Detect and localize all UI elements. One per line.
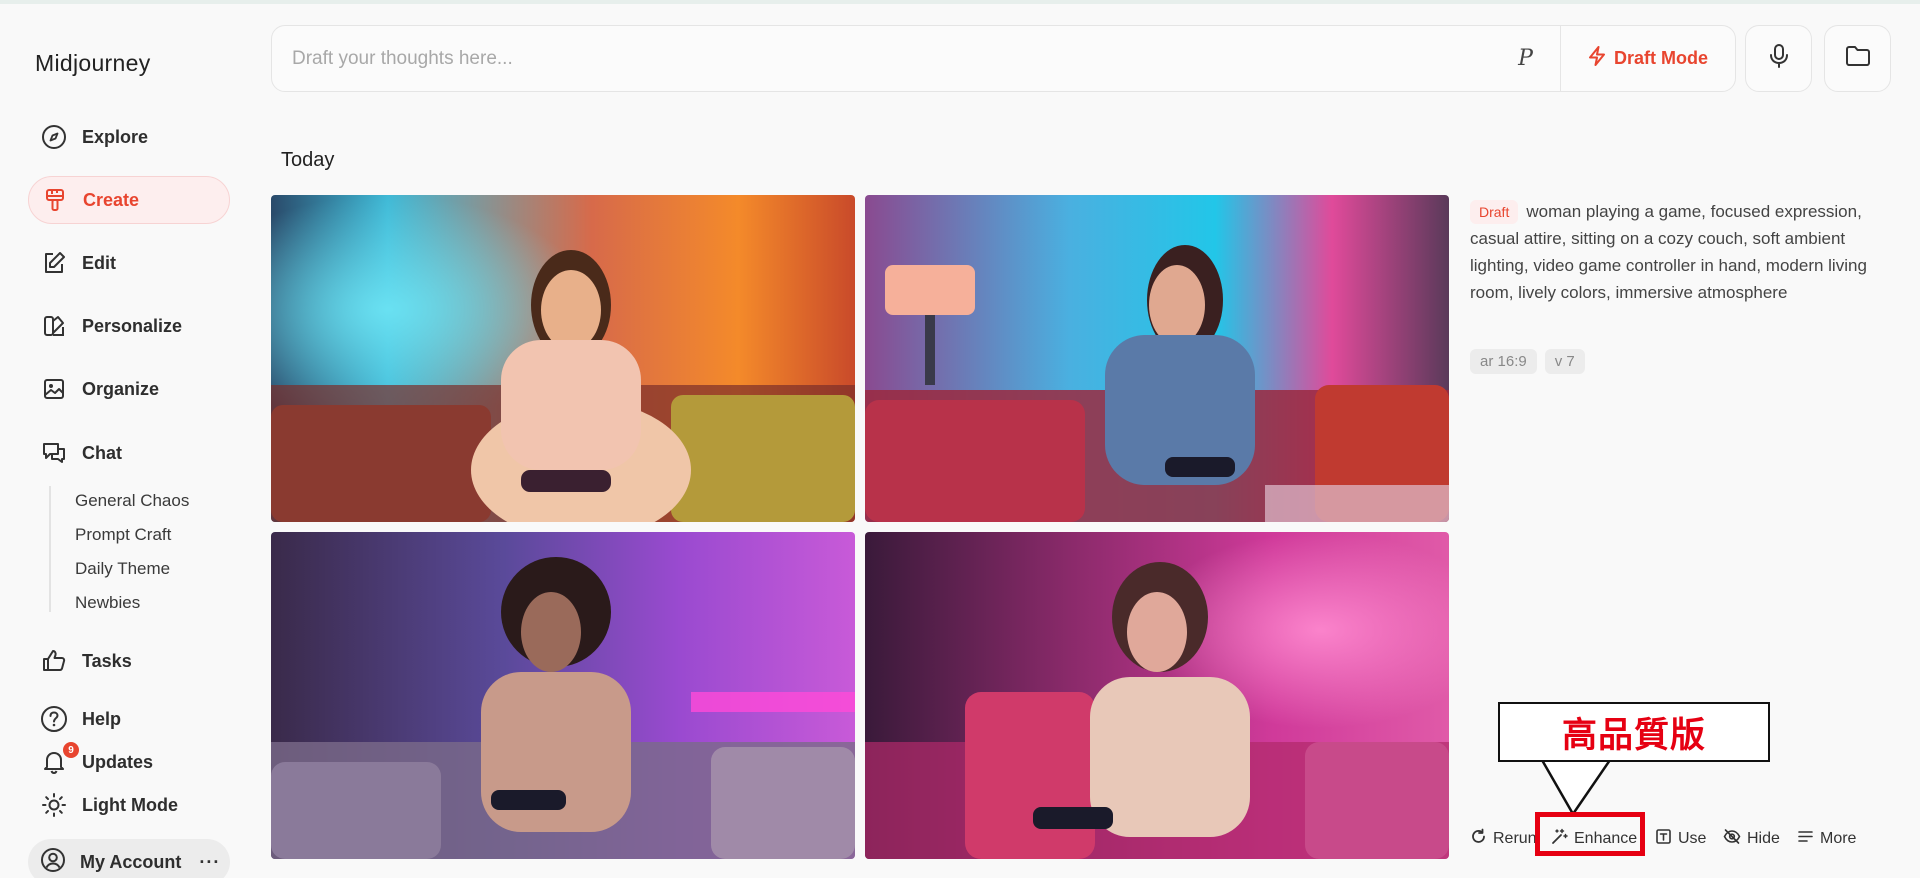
brand-logo[interactable]: Midjourney [35, 50, 151, 77]
sidebar-item-label: Chat [82, 442, 122, 463]
compass-icon [40, 123, 68, 151]
use-label: Use [1678, 830, 1707, 847]
sidebar: Midjourney Explore Create Edit Personali… [0, 0, 250, 878]
annotation-text: 高品質版 [1561, 715, 1706, 756]
brush-icon [41, 186, 69, 214]
sidebar-item-label: Explore [82, 126, 149, 147]
notification-badge: 9 [63, 742, 79, 758]
draft-mode-button[interactable]: Draft Mode [1561, 26, 1735, 91]
param-aspect-ratio[interactable]: ar 16:9 [1470, 349, 1537, 374]
sidebar-item-chat[interactable]: Chat [28, 429, 230, 477]
folder-button[interactable] [1824, 25, 1891, 92]
prompt-details: Draft woman playing a game, focused expre… [1470, 198, 1890, 306]
menu-lines-icon [1797, 828, 1814, 850]
use-button[interactable]: Use [1655, 828, 1706, 850]
folder-icon [1845, 45, 1871, 72]
my-account-button[interactable]: My Account ··· [28, 839, 230, 878]
user-icon [40, 847, 66, 878]
draft-mode-label: Draft Mode [1614, 48, 1708, 68]
lightning-icon [1588, 46, 1606, 71]
top-border [0, 0, 1920, 4]
edit-icon [40, 249, 68, 277]
sidebar-item-label: Edit [82, 252, 116, 273]
generated-image-4[interactable] [865, 532, 1449, 859]
prompt-input[interactable] [272, 26, 1491, 91]
sidebar-item-light-mode[interactable]: Light Mode [28, 781, 230, 829]
rerun-icon [1470, 828, 1487, 850]
account-label: My Account [80, 851, 182, 872]
bell-icon: 9 [40, 742, 79, 776]
section-title: Today [281, 149, 335, 171]
sidebar-item-help[interactable]: Help [28, 695, 230, 743]
personalize-icon [40, 312, 68, 340]
generated-image-2[interactable] [865, 195, 1449, 522]
generated-image-1[interactable] [271, 195, 855, 522]
draft-badge: Draft [1470, 200, 1519, 224]
generated-image-3[interactable] [271, 532, 855, 859]
prompt-params: ar 16:9 v 7 [1470, 349, 1585, 374]
use-icon [1655, 828, 1672, 850]
sidebar-item-tasks[interactable]: Tasks [28, 637, 230, 685]
eye-off-icon [1723, 828, 1741, 850]
chat-room-general-chaos[interactable]: General Chaos [75, 491, 189, 511]
help-icon [40, 705, 68, 733]
chat-icon [40, 439, 68, 467]
callout-pointer [1540, 760, 1612, 817]
prompt-bar: P Draft Mode [271, 25, 1736, 92]
sidebar-item-label: Create [83, 189, 140, 210]
sidebar-item-organize[interactable]: Organize [28, 365, 230, 413]
sidebar-item-label: Personalize [82, 315, 183, 336]
sidebar-item-explore[interactable]: Explore [28, 113, 230, 161]
chat-room-daily-theme[interactable]: Daily Theme [75, 559, 170, 579]
personalization-button[interactable]: P [1491, 26, 1561, 91]
more-button[interactable]: More [1797, 828, 1856, 850]
sidebar-item-edit[interactable]: Edit [28, 239, 230, 287]
sidebar-item-label: Updates [82, 751, 154, 772]
hide-label: Hide [1747, 830, 1780, 847]
annotation-callout: 高品質版 [1498, 702, 1770, 762]
param-version[interactable]: v 7 [1544, 349, 1585, 374]
sidebar-item-label: Organize [82, 378, 160, 399]
sidebar-item-personalize[interactable]: Personalize [28, 302, 230, 350]
chat-room-prompt-craft[interactable]: Prompt Craft [75, 525, 171, 545]
rerun-button[interactable]: Rerun [1470, 828, 1537, 850]
hide-button[interactable]: Hide [1723, 828, 1780, 850]
sun-icon [40, 791, 68, 819]
chat-rooms-divider [49, 486, 51, 612]
more-icon[interactable]: ··· [199, 852, 220, 873]
image-icon [40, 375, 68, 403]
sidebar-item-label: Help [82, 708, 122, 729]
annotation-highlight-box [1535, 812, 1645, 856]
thumbs-up-icon [40, 647, 68, 675]
chat-room-newbies[interactable]: Newbies [75, 593, 140, 613]
microphone-icon [1768, 43, 1790, 74]
sidebar-item-create[interactable]: Create [28, 176, 230, 224]
prompt-text[interactable]: woman playing a game, focused expression… [1470, 202, 1867, 302]
rerun-label: Rerun [1493, 830, 1537, 847]
sidebar-item-label: Light Mode [82, 794, 178, 815]
sidebar-item-updates[interactable]: 9 Updates [28, 738, 230, 786]
microphone-button[interactable] [1745, 25, 1812, 92]
more-label: More [1820, 830, 1857, 847]
sidebar-item-label: Tasks [82, 650, 132, 671]
